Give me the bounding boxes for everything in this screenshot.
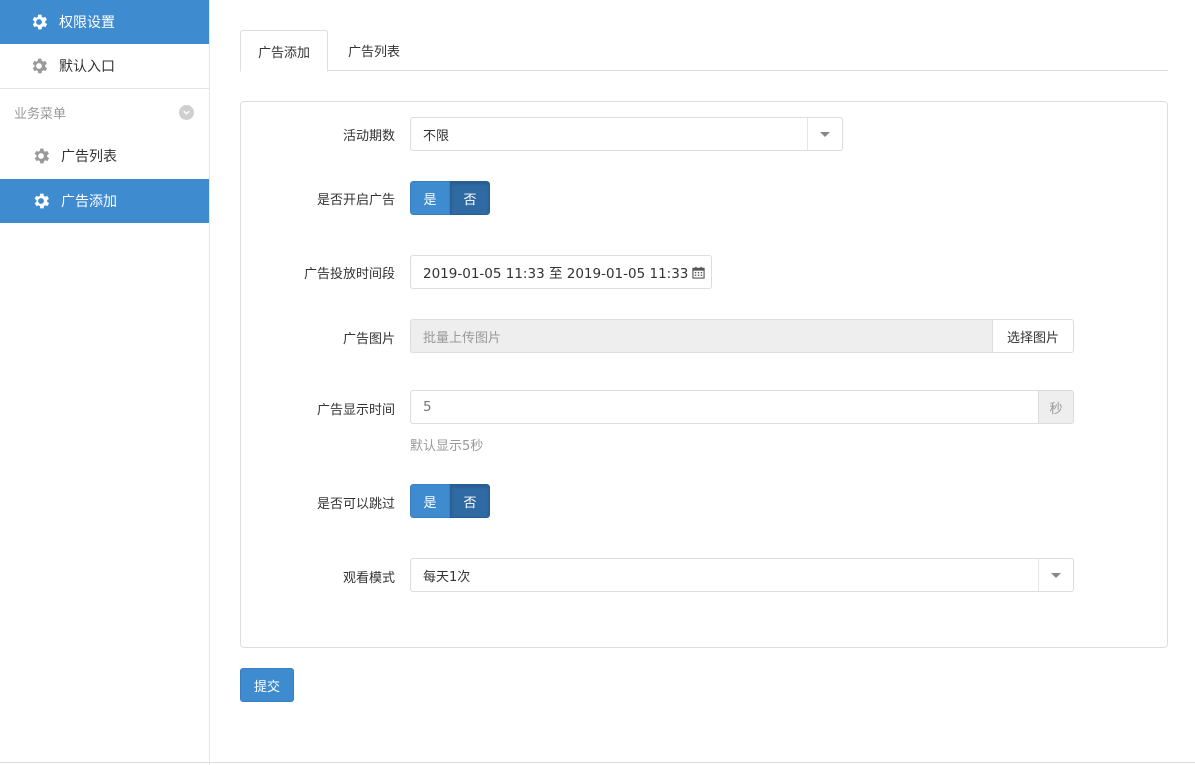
watch-mode-select-value: 每天1次 bbox=[423, 569, 471, 585]
skippable-label: 是否可以跳过 bbox=[316, 497, 395, 512]
submit-button[interactable]: 提交 bbox=[240, 668, 294, 702]
enable-ad-no-button[interactable]: 否 bbox=[450, 181, 490, 215]
watch-mode-select[interactable]: 每天1次 bbox=[410, 558, 1074, 592]
gear-icon bbox=[31, 191, 51, 211]
sidebar-group-label: 业务菜单 bbox=[14, 106, 67, 122]
tab-bar: 广告添加 广告列表 bbox=[240, 30, 1168, 72]
time-range-label: 广告投放时间段 bbox=[303, 267, 395, 282]
image-upload-input[interactable]: 批量上传图片 bbox=[410, 319, 992, 353]
caret-down-icon[interactable] bbox=[1038, 559, 1073, 591]
sidebar-item-label: 广告列表 bbox=[61, 149, 117, 165]
image-upload-group: 批量上传图片 选择图片 bbox=[410, 319, 1074, 353]
sidebar-group-business-menu[interactable]: 业务菜单 bbox=[0, 90, 209, 134]
gear-icon bbox=[29, 56, 49, 76]
period-label: 活动期数 bbox=[342, 129, 395, 144]
display-time-label: 广告显示时间 bbox=[316, 403, 395, 418]
sidebar-divider bbox=[0, 88, 209, 89]
enable-ad-label: 是否开启广告 bbox=[316, 193, 395, 208]
sidebar-item-ad-list[interactable]: 广告列表 bbox=[0, 134, 209, 178]
enable-ad-yes-button[interactable]: 是 bbox=[410, 181, 450, 215]
display-time-input[interactable]: 5 bbox=[410, 390, 1038, 424]
period-select-value: 不限 bbox=[423, 128, 450, 144]
skippable-yes-button[interactable]: 是 bbox=[410, 484, 450, 518]
sidebar-item-label: 权限设置 bbox=[59, 15, 115, 31]
enable-ad-toggle: 是 否 bbox=[410, 181, 490, 215]
skippable-no-button[interactable]: 否 bbox=[450, 484, 490, 518]
time-range-input[interactable]: 2019-01-05 11:33 至 2019-01-05 11:33 bbox=[410, 255, 712, 289]
time-range-value: 2019-01-05 11:33 至 2019-01-05 11:33 bbox=[423, 266, 689, 282]
gear-icon bbox=[29, 12, 49, 32]
display-time-help: 默认显示5秒 bbox=[410, 439, 484, 454]
chevron-down-icon[interactable] bbox=[179, 105, 194, 120]
calendar-icon bbox=[692, 266, 706, 279]
image-label: 广告图片 bbox=[342, 332, 395, 347]
caret-down-icon[interactable] bbox=[807, 118, 842, 150]
sidebar-item-label: 默认入口 bbox=[59, 59, 115, 75]
skippable-toggle: 是 否 bbox=[410, 484, 490, 518]
display-time-unit: 秒 bbox=[1038, 390, 1074, 424]
sidebar-item-default-entry[interactable]: 默认入口 bbox=[0, 44, 209, 88]
sidebar-item-label: 广告添加 bbox=[61, 194, 117, 210]
sidebar-item-permission-settings[interactable]: 权限设置 bbox=[0, 0, 209, 44]
gear-icon bbox=[31, 146, 51, 166]
sidebar-item-ad-add[interactable]: 广告添加 bbox=[0, 179, 209, 223]
bottom-divider bbox=[0, 762, 1195, 763]
tab-ad-list[interactable]: 广告列表 bbox=[328, 30, 420, 71]
watch-mode-label: 观看模式 bbox=[342, 571, 395, 586]
sidebar: 权限设置 默认入口 业务菜单 广告列表 广告添加 bbox=[0, 0, 210, 765]
period-select[interactable]: 不限 bbox=[410, 117, 843, 151]
choose-image-button[interactable]: 选择图片 bbox=[992, 319, 1074, 353]
tab-ad-add[interactable]: 广告添加 bbox=[240, 30, 328, 72]
display-time-group: 5 秒 bbox=[410, 390, 1074, 424]
